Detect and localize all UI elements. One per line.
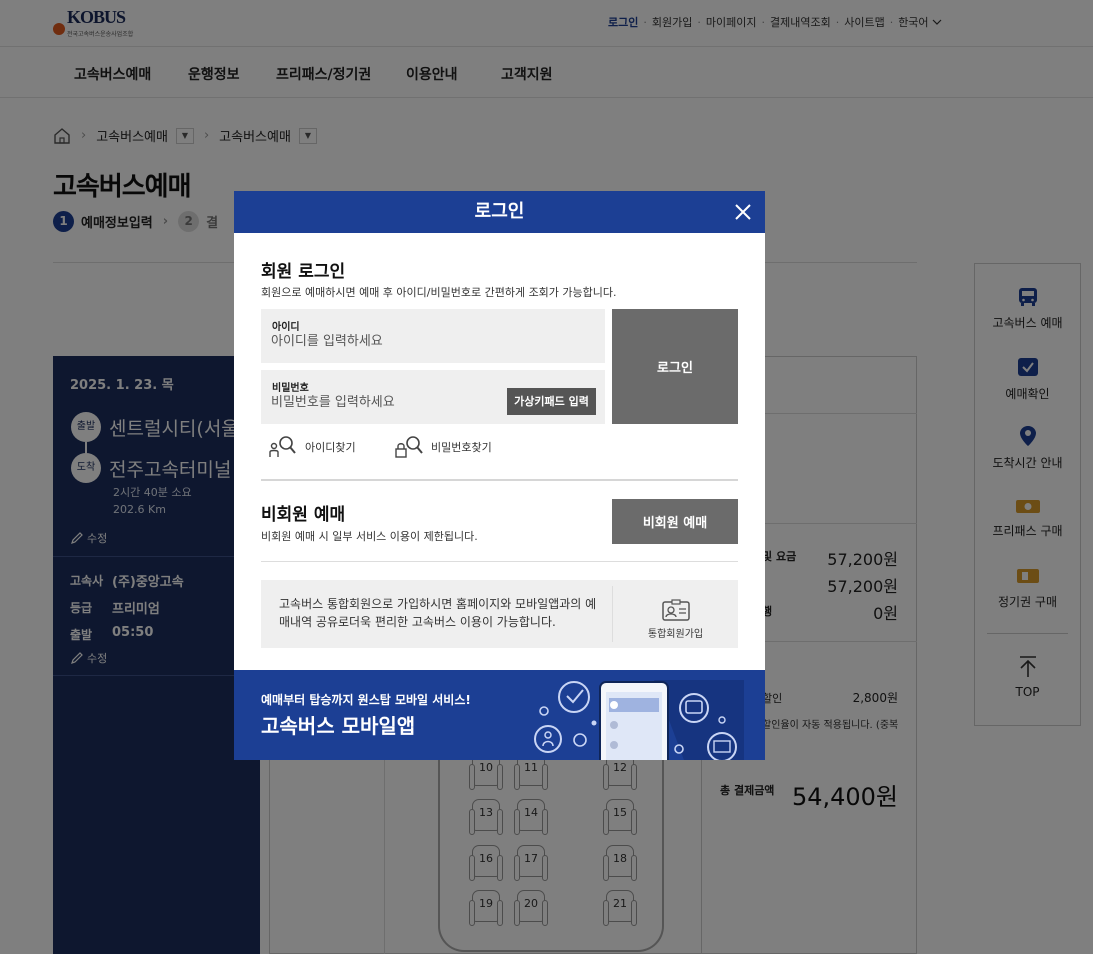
login-button[interactable]: 로그인 [612,309,738,424]
modal-header: 로그인 [234,191,765,233]
id-field[interactable]: 아이디 [261,309,605,363]
login-modal: 로그인 회원 로그인 회원으로 예매하시면 예매 후 아이디/비밀번호로 간편하… [234,191,765,760]
find-password-icon [395,436,423,458]
member-card-icon [661,599,690,621]
close-icon[interactable] [733,202,753,222]
virtual-keypad-button[interactable]: 가상키패드 입력 [507,388,596,415]
banner-title: 고속버스 모바일앱 [261,714,416,738]
find-password-link[interactable]: 비밀번호찾기 [395,435,492,459]
mobile-app-illustration-icon [534,680,744,760]
id-input[interactable] [271,334,491,349]
password-input[interactable] [271,395,491,410]
password-field[interactable]: 비밀번호 가상키패드 입력 [261,370,605,424]
integrated-join-button[interactable]: 통합회원가입 [613,580,738,648]
find-password-label: 비밀번호찾기 [431,441,492,454]
divider [261,479,738,481]
mobile-app-banner[interactable]: 예매부터 탑승까지 원스탑 모바일 서비스! 고속버스 모바일앱 [234,670,765,760]
guest-booking-desc: 비회원 예매 시 일부 서비스 이용이 제한됩니다. [261,530,478,543]
id-label: 아이디 [272,322,300,333]
find-id-icon [269,436,296,457]
find-id-label: 아이디찾기 [305,441,356,454]
join-label: 통합회원가입 [647,629,704,640]
guest-booking-button[interactable]: 비회원 예매 [612,499,738,544]
banner-subtitle: 예매부터 탑승까지 원스탑 모바일 서비스! [261,693,471,707]
promo-text: 고속버스 통합회원으로 가입하시면 홈페이지와 모바일앱과의 예매내역 공유로더… [279,597,597,629]
password-label: 비밀번호 [272,383,309,394]
member-login-title: 회원 로그인 [261,262,346,282]
member-login-desc: 회원으로 예매하시면 예매 후 아이디/비밀번호로 간편하게 조회가 가능합니다… [261,286,617,299]
divider [261,561,738,562]
modal-title: 로그인 [474,201,525,222]
guest-booking-title: 비회원 예매 [261,505,346,525]
membership-promo: 고속버스 통합회원으로 가입하시면 홈페이지와 모바일앱과의 예매내역 공유로더… [261,580,738,648]
find-id-link[interactable]: 아이디찾기 [269,435,356,459]
